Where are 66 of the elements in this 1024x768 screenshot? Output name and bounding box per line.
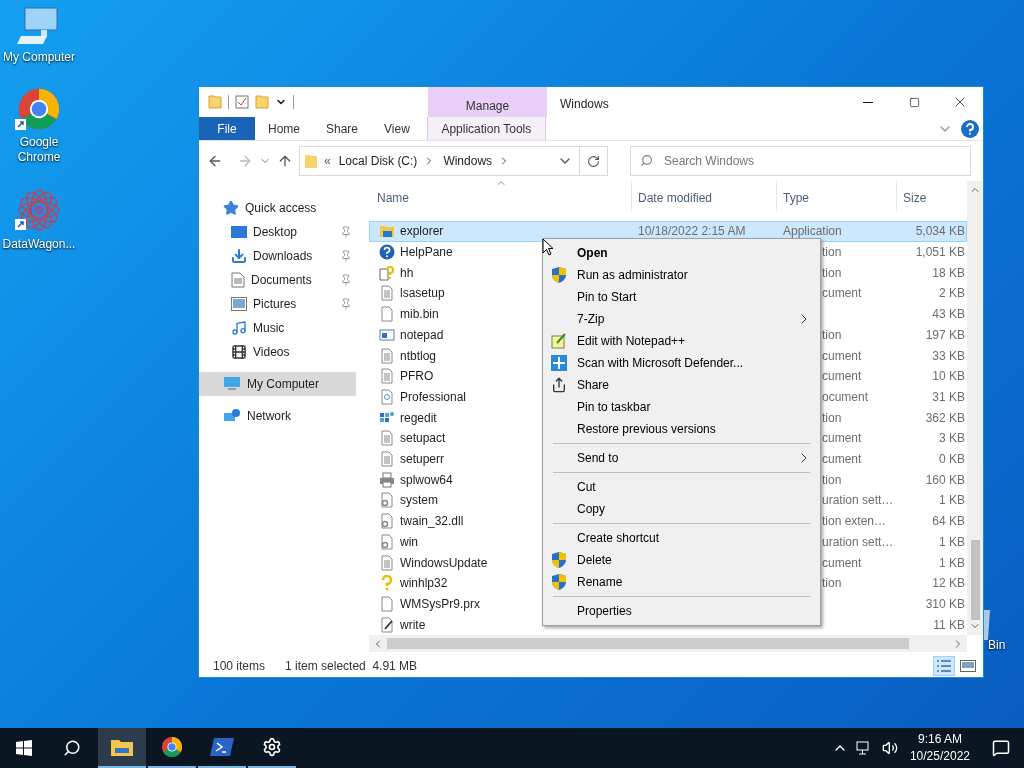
desktop-icon-label: Google Chrome (16, 135, 62, 165)
size-cell-text: 33 KB (932, 347, 965, 365)
window-title: Windows (560, 96, 609, 113)
type-cell: cument (822, 555, 862, 570)
type-cell: ocument (822, 389, 869, 404)
size-cell-text: 362 KB (925, 409, 965, 427)
file-name: ntbtlog (400, 347, 437, 365)
file-name: setuperr (400, 451, 445, 469)
file-name: write (400, 616, 426, 634)
file-name: WMSysPr9.prx (400, 596, 480, 613)
size-cell-text: 1 KB (939, 554, 965, 572)
type-cell: tion (822, 265, 842, 280)
file-name: lsasetup (400, 285, 445, 303)
size-cell-text: 43 KB (932, 306, 965, 324)
file-name: regedit (400, 409, 437, 427)
type-cell: cument (822, 452, 862, 467)
size-cell-text: 1,051 KB (915, 244, 965, 262)
file-name: HelpPane (400, 244, 453, 262)
file-name: notepad (400, 326, 444, 344)
type-cell: cument (822, 286, 862, 301)
type-cell: tion (822, 245, 842, 260)
type-cell: uration sett… (822, 534, 894, 549)
file-name: Professional (400, 388, 467, 406)
desktop-icon-label: My Computer (2, 50, 76, 65)
type-cell: uration sett… (822, 493, 894, 508)
selection-info: 1 item selected 4.91 MB (285, 658, 418, 675)
size-cell-text: 10 KB (932, 368, 965, 386)
file-name: WindowsUpdate (400, 554, 488, 572)
file-name: splwow64 (400, 471, 453, 489)
file-name: winhlp32 (400, 575, 448, 593)
size-cell-text: 18 KB (932, 264, 965, 282)
file-name: hh (400, 264, 414, 282)
type-cell: tion (822, 410, 842, 425)
size-cell-text: 5,034 KB (915, 223, 965, 241)
item-count: 100 items (213, 658, 266, 675)
size-cell-text: 310 KB (925, 596, 965, 613)
size-cell-text: 160 KB (925, 471, 965, 489)
file-name: twain_32.dll (400, 513, 464, 531)
date-modified-cell: 10/18/2022 2:15 AM (638, 224, 746, 239)
desktop-icon-label: DataWagon... (1, 237, 77, 252)
file-name: explorer (400, 223, 444, 241)
type-cell: cument (822, 431, 862, 446)
type-cell: tion (822, 576, 842, 591)
file-name: system (400, 492, 438, 510)
size-cell-text: 197 KB (925, 326, 965, 344)
type-cell: tion (822, 327, 842, 342)
type-cell: tion (822, 472, 842, 487)
group-title: Manage (465, 98, 510, 115)
size-cell-text: 1 KB (939, 533, 965, 551)
file-name: win (400, 533, 418, 551)
size-cell-text: 2 KB (939, 285, 965, 303)
size-cell-text: 1 KB (939, 492, 965, 510)
size-cell-text: 64 KB (932, 513, 965, 531)
file-name: PFRO (400, 368, 434, 386)
type-cell: Application (783, 224, 842, 239)
desktop-icon-label: Bin (988, 637, 1006, 654)
size-cell-text: 31 KB (932, 388, 965, 406)
size-cell-text: 0 KB (939, 451, 965, 469)
file-name: mib.bin (400, 306, 439, 324)
size-cell-text: 3 KB (939, 430, 965, 448)
type-cell: tion exten… (822, 514, 887, 529)
file-name: setupact (400, 430, 446, 448)
type-cell: cument (822, 348, 862, 363)
type-cell: cument (822, 369, 862, 384)
size-cell-text: 11 KB (933, 616, 965, 634)
size-cell-text: 12 KB (932, 575, 965, 593)
